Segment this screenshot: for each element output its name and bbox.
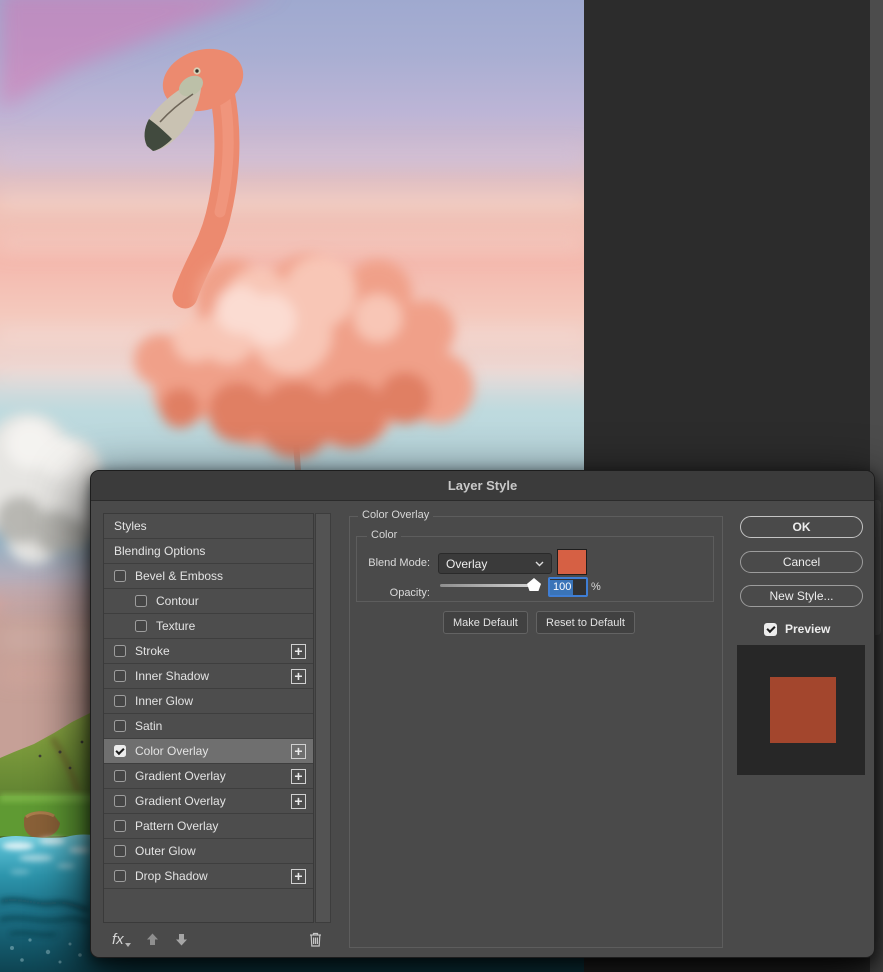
add-effect-icon[interactable]: + xyxy=(291,794,306,809)
styles-list-footer: fx xyxy=(103,923,331,956)
fx-menu-button[interactable]: fx xyxy=(112,931,131,948)
color-group: Color Blend Mode: Overlay Opacity: 100 % xyxy=(356,536,714,602)
chevron-down-icon xyxy=(535,561,544,567)
checkbox-icon[interactable] xyxy=(114,770,126,782)
add-effect-icon[interactable]: + xyxy=(291,644,306,659)
opacity-slider-thumb[interactable] xyxy=(527,578,541,591)
style-row-styles[interactable]: Styles xyxy=(104,514,313,539)
styles-scrollbar[interactable] xyxy=(315,513,331,923)
move-effect-down-button[interactable] xyxy=(174,932,189,947)
style-row-label: Bevel & Emboss xyxy=(135,569,223,583)
style-row-contour[interactable]: Contour xyxy=(104,589,313,614)
style-row-inner-glow[interactable]: Inner Glow xyxy=(104,689,313,714)
checkbox-icon[interactable] xyxy=(114,795,126,807)
checkbox-icon[interactable] xyxy=(114,570,126,582)
style-row-label: Inner Glow xyxy=(135,694,193,708)
add-effect-icon[interactable]: + xyxy=(291,769,306,784)
color-overlay-panel: Color Overlay Color Blend Mode: Overlay … xyxy=(349,516,723,948)
style-preview-swatch xyxy=(770,677,836,743)
color-overlay-group-title: Color Overlay xyxy=(358,509,433,521)
style-row-pattern-overlay[interactable]: Pattern Overlay xyxy=(104,814,313,839)
make-default-button[interactable]: Make Default xyxy=(443,611,528,634)
style-row-label: Inner Shadow xyxy=(135,669,209,683)
cancel-button[interactable]: Cancel xyxy=(740,551,863,573)
checkbox-icon[interactable] xyxy=(135,595,147,607)
checkbox-icon[interactable] xyxy=(114,845,126,857)
overlay-color-swatch[interactable] xyxy=(557,549,587,575)
checkbox-icon[interactable] xyxy=(114,720,126,732)
style-row-label: Styles xyxy=(114,519,147,533)
style-row-label: Drop Shadow xyxy=(135,869,208,883)
style-row-label: Gradient Overlay xyxy=(135,769,226,783)
add-effect-icon[interactable]: + xyxy=(291,744,306,759)
add-effect-icon[interactable]: + xyxy=(291,869,306,884)
opacity-label: Opacity: xyxy=(357,587,430,599)
style-row-color-overlay[interactable]: Color Overlay + xyxy=(104,739,313,764)
checkbox-icon[interactable] xyxy=(114,820,126,832)
blend-mode-label: Blend Mode: xyxy=(357,557,430,569)
ok-button[interactable]: OK xyxy=(740,516,863,538)
checkbox-icon[interactable] xyxy=(114,670,126,682)
checkbox-icon[interactable] xyxy=(114,645,126,657)
preview-option: Preview xyxy=(764,622,830,636)
style-row-label: Outer Glow xyxy=(135,844,196,858)
photoshop-screen: Layer Style Styles Blending Options Bevel … xyxy=(0,0,883,972)
style-row-stroke[interactable]: Stroke + xyxy=(104,639,313,664)
style-row-gradient-overlay[interactable]: Gradient Overlay + xyxy=(104,764,313,789)
blend-mode-select[interactable]: Overlay xyxy=(438,553,552,574)
style-row-bevel-emboss[interactable]: Bevel & Emboss xyxy=(104,564,313,589)
add-effect-icon[interactable]: + xyxy=(291,669,306,684)
style-row-label: Contour xyxy=(156,594,199,608)
opacity-input[interactable]: 100 xyxy=(548,577,588,597)
opacity-unit: % xyxy=(591,581,601,593)
style-row-blending-options[interactable]: Blending Options xyxy=(104,539,313,564)
style-row-label: Stroke xyxy=(135,644,170,658)
dialog-title: Layer Style xyxy=(448,478,517,493)
style-row-label: Color Overlay xyxy=(135,744,208,758)
styles-list: Styles Blending Options Bevel & Emboss Cont… xyxy=(103,513,314,923)
new-style-button[interactable]: New Style... xyxy=(740,585,863,607)
style-row-outer-glow[interactable]: Outer Glow xyxy=(104,839,313,864)
style-row-label: Blending Options xyxy=(114,544,205,558)
opacity-value: 100 xyxy=(550,580,573,595)
style-row-texture[interactable]: Texture xyxy=(104,614,313,639)
checkbox-icon[interactable] xyxy=(114,870,126,882)
style-row-label: Pattern Overlay xyxy=(135,819,218,833)
style-preview-panel xyxy=(737,645,865,775)
checkbox-checked-icon[interactable] xyxy=(114,745,126,757)
opacity-slider-track[interactable] xyxy=(440,584,532,587)
style-row-label: Texture xyxy=(156,619,195,633)
blend-mode-value: Overlay xyxy=(446,557,487,571)
preview-label: Preview xyxy=(785,622,830,636)
style-row-label: Gradient Overlay xyxy=(135,794,226,808)
arrow-up-icon xyxy=(145,932,160,947)
checkbox-icon[interactable] xyxy=(114,695,126,707)
checkbox-icon[interactable] xyxy=(135,620,147,632)
delete-effect-button[interactable] xyxy=(308,931,323,948)
color-group-title: Color xyxy=(367,529,401,541)
style-row-inner-shadow[interactable]: Inner Shadow + xyxy=(104,664,313,689)
layer-style-dialog: Layer Style Styles Blending Options Bevel … xyxy=(90,470,875,958)
dialog-titlebar[interactable]: Layer Style xyxy=(91,471,874,501)
trash-icon xyxy=(308,931,323,948)
style-row-satin[interactable]: Satin xyxy=(104,714,313,739)
reset-to-default-button[interactable]: Reset to Default xyxy=(536,611,635,634)
style-row-drop-shadow[interactable]: Drop Shadow + xyxy=(104,864,313,889)
preview-checkbox[interactable] xyxy=(764,623,777,636)
arrow-down-icon xyxy=(174,932,189,947)
move-effect-up-button[interactable] xyxy=(145,932,160,947)
style-row-label: Satin xyxy=(135,719,162,733)
style-row-gradient-overlay[interactable]: Gradient Overlay + xyxy=(104,789,313,814)
